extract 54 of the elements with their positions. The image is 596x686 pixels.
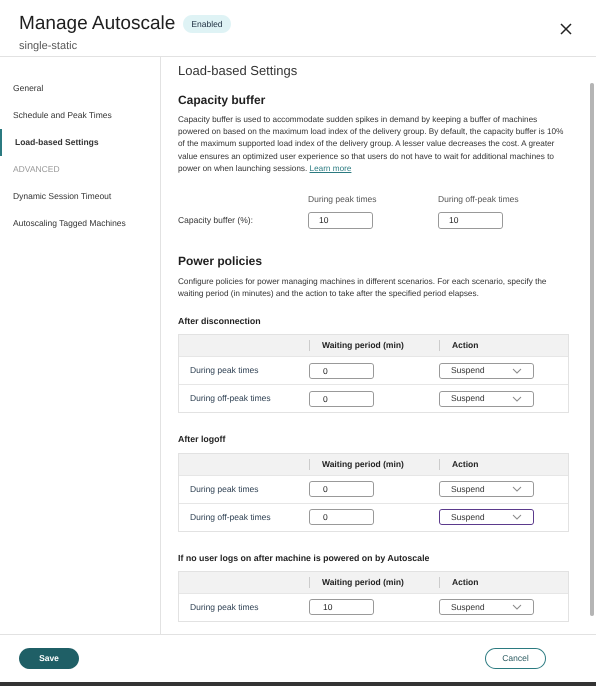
capacity-input[interactable]: 10 [438, 212, 503, 229]
nav-item[interactable]: Load-based Settings [0, 129, 160, 156]
column-header: Waiting period (min) [322, 458, 404, 470]
field-label: Capacity buffer (%): [178, 214, 254, 227]
column-header: Action [452, 576, 478, 589]
dialog-subtitle: single-static [19, 39, 78, 54]
chevron-down-icon [512, 486, 522, 492]
row-label: During peak times [189, 364, 260, 378]
waiting-period-input[interactable]: 10 [309, 599, 374, 616]
column-label: During off-peak times [438, 193, 520, 206]
row-label: During peak times [189, 600, 260, 614]
section-heading: Power policies [178, 252, 264, 270]
action-dropdown[interactable]: Suspend [439, 390, 534, 407]
action-dropdown[interactable]: Suspend [439, 481, 534, 498]
learn-more-link[interactable]: Learn more [310, 164, 352, 173]
nav-item[interactable]: Dynamic Session Timeout [0, 183, 160, 210]
waiting-period-input[interactable]: 0 [309, 509, 374, 526]
subsection-heading: If no user logs on after machine is powered on by Autoscale [178, 552, 430, 565]
chevron-down-icon [512, 396, 522, 402]
waiting-period-input[interactable]: 0 [309, 362, 374, 379]
description-text: Configure policies for power managing machines in different scenarios. For each scenario, specify the waiting period (in minutes) and the action to take after the specified period elapses. [178, 276, 548, 300]
nav-section-heading: ADVANCED [12, 163, 61, 176]
waiting-period-input[interactable]: 0 [309, 481, 374, 498]
action-dropdown[interactable]: Suspend [439, 362, 534, 379]
dialog-title: Manage Autoscale [19, 12, 176, 36]
column-header: Waiting period (min) [322, 339, 404, 352]
chevron-down-icon [512, 368, 522, 374]
column-header: Waiting period (min) [322, 576, 404, 589]
section-heading: Capacity buffer [178, 92, 266, 109]
chevron-down-icon [512, 604, 522, 610]
row-label: During peak times [189, 482, 260, 496]
nav-item[interactable]: Autoscaling Tagged Machines [0, 210, 160, 237]
status-badge: Enabled [183, 14, 231, 34]
chevron-down-icon [512, 514, 522, 520]
column-header: Action [452, 339, 478, 352]
nav-item[interactable]: Schedule and Peak Times [0, 102, 160, 129]
save-button[interactable]: Save [19, 648, 79, 669]
close-button[interactable] [559, 22, 573, 36]
subsection-heading: After logoff [178, 433, 226, 446]
column-label: During peak times [308, 193, 378, 206]
subsection-heading: After disconnection [178, 315, 262, 328]
capacity-input[interactable]: 10 [308, 212, 373, 229]
action-dropdown[interactable]: Suspend [439, 599, 534, 616]
scrollbar-thumb[interactable] [590, 83, 594, 616]
column-header: Action [452, 458, 478, 470]
close-icon [560, 23, 572, 35]
waiting-period-input[interactable]: 0 [309, 390, 374, 407]
nav-item[interactable]: General [0, 75, 160, 102]
cancel-button[interactable]: Cancel [485, 648, 546, 669]
action-dropdown[interactable]: Suspend [439, 509, 534, 526]
page-heading: Load-based Settings [178, 63, 298, 79]
row-label: During off-peak times [189, 392, 272, 406]
row-label: During off-peak times [189, 510, 272, 524]
description-text: Capacity buffer is used to accommodate sudden spikes in demand by keeping a buffer of machines powered on based on the maximum load index of the delivery group. By default, the capacity buffer is 10% of the maximum supported load index of the delivery group. A lesser value decreases the cost. A greater value ensures an optimized user experience so that users do not have to wait for additional machines to power on when launching sessions. Learn more [178, 114, 564, 175]
